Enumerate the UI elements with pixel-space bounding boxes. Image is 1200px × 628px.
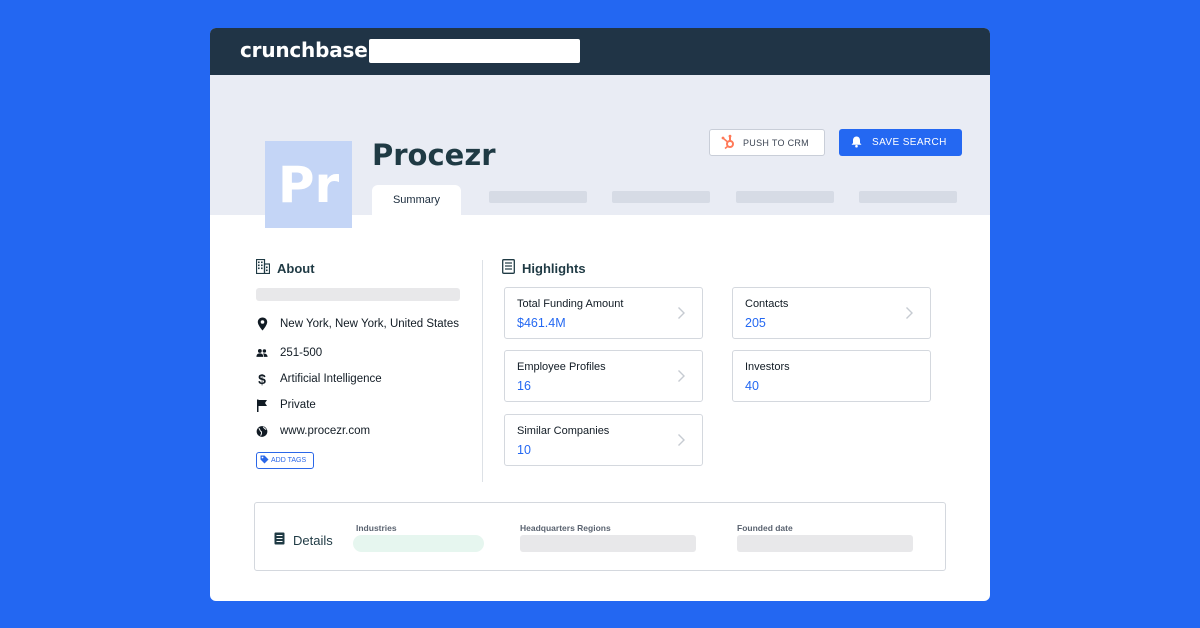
tag-icon — [260, 455, 269, 466]
location-pin-icon — [256, 317, 268, 331]
location-text: New York, New York, United States — [280, 318, 459, 330]
card-value: 40 — [745, 379, 759, 393]
chevron-right-icon — [678, 434, 685, 446]
highlight-card-similar-companies[interactable]: Similar Companies 10 — [504, 414, 703, 466]
about-title: About — [277, 260, 315, 276]
website-link[interactable]: www.procezr.com — [280, 425, 370, 437]
website-row: www.procezr.com — [256, 424, 370, 438]
tab-placeholder[interactable] — [859, 191, 957, 203]
search-input[interactable] — [369, 39, 580, 63]
tab-summary[interactable]: Summary — [372, 185, 461, 215]
status-row: Private — [256, 398, 316, 412]
document-icon — [502, 259, 515, 277]
founded-date-placeholder — [737, 535, 913, 552]
location-row: New York, New York, United States — [256, 317, 459, 331]
details-panel: Details Industries Headquarters Regions … — [254, 502, 946, 571]
tab-placeholder[interactable] — [489, 191, 587, 203]
chevron-right-icon — [678, 370, 685, 382]
about-heading: About — [255, 258, 315, 277]
highlight-card-contacts[interactable]: Contacts 205 — [732, 287, 931, 339]
add-tags-label: ADD TAGS — [271, 457, 307, 464]
headquarters-placeholder — [520, 535, 696, 552]
tab-placeholder[interactable] — [736, 191, 834, 203]
employees-text: 251-500 — [280, 347, 323, 359]
status-text: Private — [280, 399, 316, 411]
card-label: Investors — [745, 361, 790, 373]
details-title: Details — [293, 532, 333, 548]
chevron-right-icon — [678, 307, 685, 319]
founded-date-label: Founded date — [737, 523, 793, 533]
highlights-heading: Highlights — [502, 259, 586, 277]
description-placeholder — [256, 288, 460, 301]
card-value: 205 — [745, 316, 766, 330]
list-document-icon — [274, 532, 285, 548]
company-name: Procezr — [372, 138, 496, 172]
card-label: Total Funding Amount — [517, 298, 624, 310]
details-heading: Details — [274, 532, 333, 548]
industry-row: $ Artificial Intelligence — [256, 371, 382, 387]
highlight-card-employee-profiles[interactable]: Employee Profiles 16 — [504, 350, 703, 402]
tab-placeholder[interactable] — [612, 191, 710, 203]
card-label: Employee Profiles — [517, 361, 606, 373]
company-logo: Pr — [265, 141, 352, 228]
column-divider — [482, 260, 483, 482]
chevron-right-icon — [906, 307, 913, 319]
employees-row: 251-500 — [256, 346, 322, 360]
headquarters-regions-label: Headquarters Regions — [520, 523, 611, 533]
card-value: 10 — [517, 443, 531, 457]
push-to-crm-button[interactable]: PUSH TO CRM — [709, 129, 825, 156]
push-to-crm-label: PUSH TO CRM — [743, 137, 809, 148]
save-search-label: SAVE SEARCH — [872, 137, 947, 148]
globe-icon — [256, 424, 268, 438]
industries-label: Industries — [356, 523, 397, 533]
crunchbase-window: crunchbase Pr Procezr Summary PUSH TO CR… — [210, 28, 990, 601]
hubspot-icon — [720, 134, 736, 152]
card-label: Contacts — [745, 298, 789, 310]
people-icon — [256, 346, 268, 360]
save-search-button[interactable]: SAVE SEARCH — [839, 129, 962, 156]
highlight-card-total-funding[interactable]: Total Funding Amount $461.4M — [504, 287, 703, 339]
add-tags-button[interactable]: ADD TAGS — [256, 452, 314, 469]
card-value: $461.4M — [517, 316, 566, 330]
top-navigation-bar: crunchbase — [210, 28, 990, 75]
highlights-title: Highlights — [522, 260, 586, 276]
building-icon — [255, 258, 271, 277]
flag-icon — [256, 398, 268, 412]
crunchbase-logo[interactable]: crunchbase — [240, 38, 368, 62]
card-value: 16 — [517, 379, 531, 393]
bell-icon — [850, 135, 863, 151]
industry-text: Artificial Intelligence — [280, 373, 382, 385]
industries-placeholder — [353, 535, 484, 552]
dollar-icon: $ — [258, 371, 266, 387]
card-label: Similar Companies — [517, 425, 610, 437]
highlight-card-investors[interactable]: Investors 40 — [732, 350, 931, 402]
